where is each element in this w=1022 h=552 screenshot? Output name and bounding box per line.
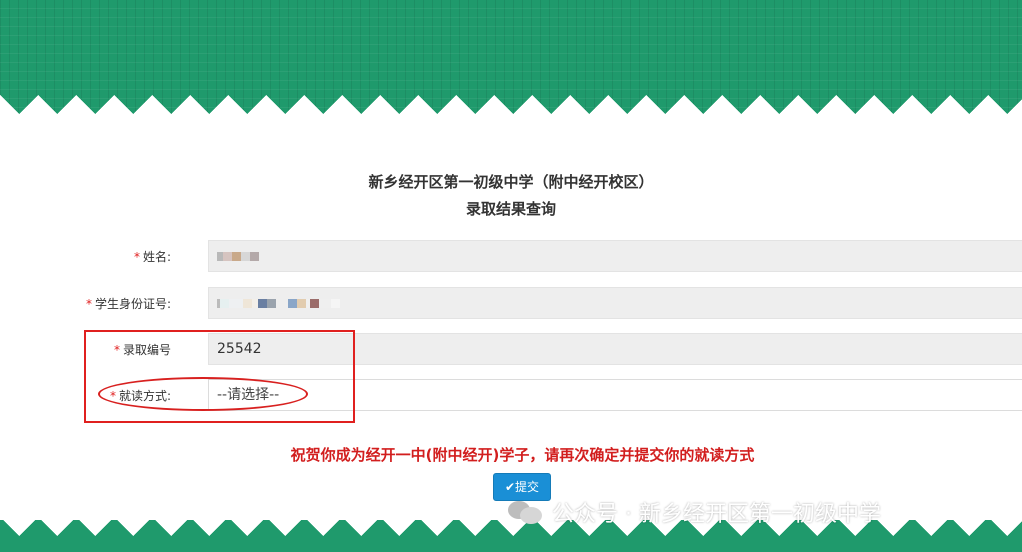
check-icon: ✔ xyxy=(504,480,516,494)
required-mark: * xyxy=(85,297,92,311)
congratulation-message: 祝贺你成为经开一中(附中经开)学子，请再次确定并提交你的就读方式 xyxy=(290,446,755,464)
id-row: * 学生身份证号: xyxy=(0,287,1022,319)
required-mark: * xyxy=(133,250,140,264)
id-label: * 学生身份证号: xyxy=(85,297,171,311)
submit-label: 提交 xyxy=(515,480,540,494)
page-title: 录取结果查询 xyxy=(465,200,556,218)
school-name: 新乡经开区第一初级中学（附中经开校区） xyxy=(368,173,654,191)
watermark: 公众号 · 新乡经开区第一初级中学 xyxy=(508,496,881,528)
watermark-text: 公众号 · 新乡经开区第一初级中学 xyxy=(552,502,881,527)
banner-zigzag-edge xyxy=(0,92,1022,136)
wechat-icon xyxy=(508,499,544,525)
id-field[interactable] xyxy=(208,287,1022,319)
highlight-oval xyxy=(98,377,308,411)
name-label: * 姓名: xyxy=(133,250,171,264)
name-field[interactable] xyxy=(208,240,1022,272)
name-row: * 姓名: xyxy=(0,240,1022,272)
